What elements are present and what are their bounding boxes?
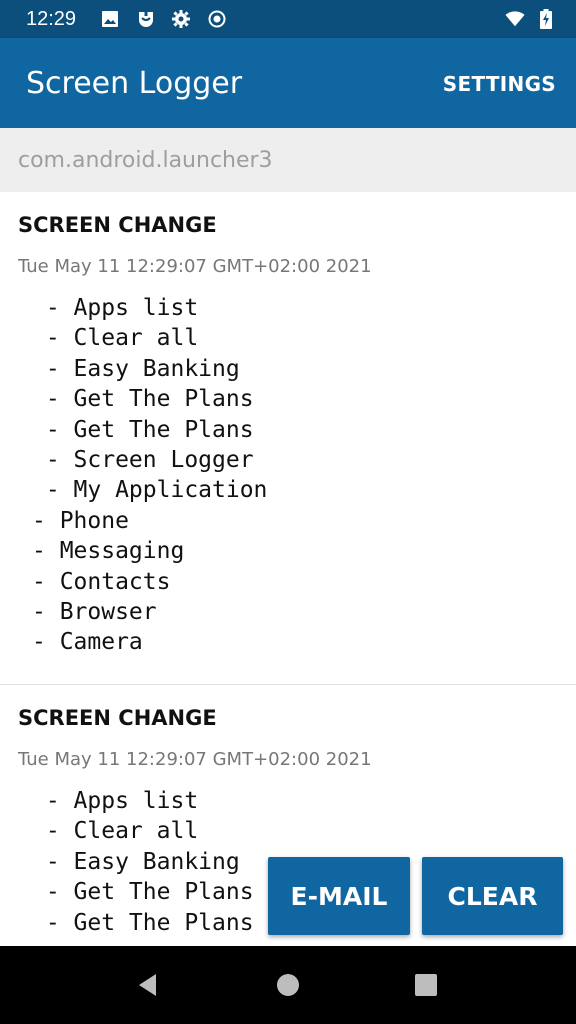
entry-item: - Browser [32,599,157,626]
entry-title: SCREEN CHANGE [18,213,217,237]
record-icon [207,9,227,29]
log-entry[interactable]: SCREEN CHANGE Tue May 11 12:29:07 GMT+02… [0,192,576,685]
entry-item: - Apps list [32,295,199,321]
entry-item: - Clear all [32,325,199,352]
entry-item: - Messaging [32,538,185,565]
entry-item: - My Application [32,477,268,504]
navigation-bar [0,946,576,1024]
entry-item: - Get The Plans [32,416,254,443]
email-button[interactable]: E-MAIL [268,857,410,935]
entry-item: - Clear all [32,818,199,845]
app-bar: Screen Logger SETTINGS [0,38,576,128]
entry-item: - Screen Logger [32,447,254,474]
package-name: com.android.launcher3 [18,148,273,173]
back-icon[interactable] [136,972,162,998]
image-icon [100,9,120,29]
settings-gear-icon [171,9,191,29]
entry-item: - Phone [32,507,129,534]
clear-button[interactable]: CLEAR [422,857,563,935]
app-title: Screen Logger [26,66,243,101]
log-list[interactable]: SCREEN CHANGE Tue May 11 12:29:07 GMT+02… [0,192,576,946]
entry-date: Tue May 11 12:29:07 GMT+02:00 2021 [18,256,372,277]
entry-items: - Apps list - Clear all - Easy Banking -… [0,293,576,658]
recents-icon[interactable] [413,972,439,998]
entry-item: - Contacts [32,568,171,595]
battery-charging-icon [536,9,552,29]
entry-item: - Get The Plans [32,386,254,413]
home-icon[interactable] [275,972,301,998]
settings-button[interactable]: SETTINGS [443,72,556,96]
wifi-icon [505,9,527,29]
entry-date: Tue May 11 12:29:07 GMT+02:00 2021 [18,748,372,770]
package-bar: com.android.launcher3 [0,128,576,192]
entry-item: - Camera [32,629,143,656]
app-notification-icon [136,9,156,29]
entry-title: SCREEN CHANGE [18,705,217,730]
entry-item: - Easy Banking [32,355,240,382]
status-time: 12:29 [26,8,77,30]
status-bar: 12:29 [0,0,576,38]
entry-item: - Apps list [32,787,199,814]
